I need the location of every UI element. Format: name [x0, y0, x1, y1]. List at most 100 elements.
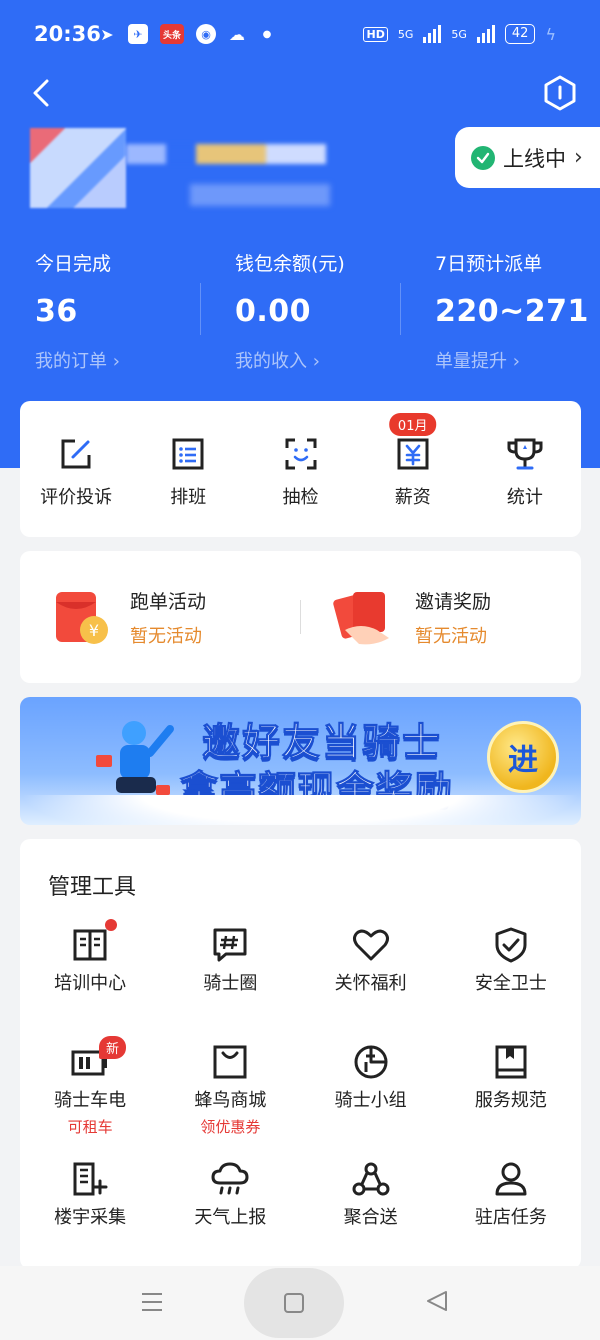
- tool-building-collection[interactable]: 楼宇采集: [20, 1161, 160, 1278]
- tool-label: 骑士车电: [54, 1090, 127, 1111]
- location-arrow-icon: ➤: [100, 24, 114, 44]
- activity-status: 暂无活动: [415, 625, 487, 647]
- activity-running-orders[interactable]: ¥ 跑单活动 暂无活动: [20, 586, 300, 648]
- tool-label: 安全卫士: [474, 973, 547, 994]
- red-envelope-icon: ¥: [56, 592, 108, 644]
- quick-salary[interactable]: 01月 薪资: [357, 401, 469, 537]
- quick-statistics[interactable]: 统计: [469, 401, 581, 537]
- square-icon: [284, 1293, 304, 1313]
- status-time: 20:36: [34, 22, 101, 46]
- activity-title: 跑单活动: [130, 590, 207, 613]
- tool-rider-circle[interactable]: 骑士圈: [160, 927, 300, 1044]
- hand-red-envelopes-icon: [333, 592, 389, 645]
- rider-name-blurred: [126, 144, 326, 164]
- home-button[interactable]: [244, 1268, 344, 1338]
- charging-icon: ϟ: [545, 24, 556, 44]
- stat-7day-dispatch: 7日预计派单 220~271 单量提升 ›: [400, 245, 600, 375]
- dot-icon: ●: [262, 28, 272, 40]
- stat-label: 7日预计派单: [435, 253, 543, 275]
- quick-actions-card: 评价投诉 排班 抽检 01月 薪资 统计: [20, 401, 581, 537]
- quick-label: 排班: [170, 487, 207, 508]
- quick-schedule[interactable]: 排班: [132, 401, 244, 537]
- boost-orders-link[interactable]: 单量提升 ›: [435, 347, 600, 373]
- shield-icon: [495, 927, 527, 963]
- invite-banner[interactable]: 邀好友当骑士 拿高额现金奖励 进: [20, 697, 581, 825]
- toutiao-icon: 头条: [160, 24, 184, 44]
- face-scan-icon: [285, 438, 316, 470]
- guide-book-icon: [495, 1045, 527, 1079]
- tool-label: 服务规范: [474, 1090, 547, 1111]
- tool-fengniao-mall[interactable]: 蜂鸟商城 领优惠券: [160, 1044, 300, 1161]
- svg-text:¥: ¥: [89, 621, 99, 640]
- activity-title: 邀请奖励: [415, 590, 492, 613]
- stat-wallet-balance: 钱包余额(元) 0.00 我的收入 ›: [200, 245, 400, 375]
- menu-icon[interactable]: [141, 1292, 163, 1312]
- signal-icon: [423, 25, 442, 43]
- salary-icon: [397, 438, 429, 470]
- schedule-icon: [172, 438, 204, 470]
- management-tools-card: 管理工具 培训中心 骑士圈 关怀福利 安全卫士 新 骑士车电 可租车 蜂鸟商城 …: [20, 839, 581, 1269]
- banner-cloud: [20, 795, 581, 825]
- group-icon: [354, 1045, 388, 1079]
- activity-invite-reward[interactable]: 邀请奖励 暂无活动: [301, 586, 581, 648]
- battery-level: 42: [504, 24, 536, 44]
- hexagon-info-icon[interactable]: [542, 74, 578, 112]
- my-orders-link[interactable]: 我的订单 ›: [35, 347, 200, 373]
- banner-headline: 邀好友当骑士: [201, 720, 443, 765]
- tool-label: 关怀福利: [334, 973, 407, 994]
- hd-indicator: HD: [363, 26, 388, 42]
- online-status-toggle[interactable]: 上线中 ›: [455, 127, 600, 188]
- tool-training-center[interactable]: 培训中心: [20, 919, 160, 1044]
- quick-label: 统计: [506, 487, 543, 508]
- tool-aggregate-delivery[interactable]: 聚合送: [301, 1161, 441, 1278]
- app-icon: ✈: [128, 24, 148, 44]
- online-status-label: 上线中: [503, 146, 566, 171]
- stats-row: 今日完成 36 我的订单 › 钱包余额(元) 0.00 我的收入 › 7日预计派…: [0, 245, 600, 375]
- stat-value: 220~271: [435, 294, 589, 329]
- stat-today-completed: 今日完成 36 我的订单 ›: [0, 245, 200, 375]
- quick-label: 抽检: [282, 487, 319, 508]
- back-arrow-icon[interactable]: [28, 78, 58, 108]
- app-circle-icon: ◉: [196, 24, 216, 44]
- status-indicators: HD 5G 5G 42 ϟ: [363, 24, 556, 44]
- tool-label: 培训中心: [54, 973, 127, 994]
- tool-label: 天气上报: [194, 1207, 267, 1228]
- edit-icon: [61, 439, 91, 469]
- rider-id-blurred: [190, 184, 330, 206]
- header-background: [0, 0, 600, 468]
- tool-label: 楼宇采集: [54, 1207, 127, 1228]
- my-income-link[interactable]: 我的收入 ›: [235, 347, 400, 373]
- tool-weather-report[interactable]: 天气上报: [160, 1161, 300, 1278]
- stat-value: 0.00: [235, 294, 312, 329]
- stat-label: 今日完成: [35, 253, 112, 275]
- avatar[interactable]: [30, 128, 126, 208]
- tools-title: 管理工具: [48, 875, 137, 900]
- back-triangle-icon[interactable]: [426, 1290, 448, 1312]
- net-5g-label-2: 5G: [451, 27, 467, 41]
- tool-rider-group[interactable]: 骑士小组: [301, 1044, 441, 1161]
- banner-enter-button[interactable]: 进: [487, 721, 559, 793]
- tool-service-standards[interactable]: 服务规范: [441, 1044, 581, 1161]
- quick-spot-check[interactable]: 抽检: [244, 401, 356, 537]
- quick-label: 评价投诉: [40, 487, 113, 508]
- tool-label: 聚合送: [343, 1207, 398, 1228]
- status-app-icons: ➤ ✈ 头条 ◉ ☁ ●: [98, 24, 276, 44]
- tool-store-tasks[interactable]: 驻店任务: [441, 1161, 581, 1278]
- chevron-right-icon: ›: [574, 145, 583, 170]
- activity-status: 暂无活动: [130, 625, 202, 647]
- network-icon: [352, 1162, 390, 1196]
- tool-rider-battery[interactable]: 新 骑士车电 可租车: [20, 1036, 160, 1161]
- quick-review-complaint[interactable]: 评价投诉: [20, 401, 132, 537]
- building-add-icon: [73, 1162, 108, 1196]
- cloud-rain-icon: [211, 1162, 249, 1195]
- tool-care-benefits[interactable]: 关怀福利: [301, 927, 441, 1044]
- tools-grid: 培训中心 骑士圈 关怀福利 安全卫士 新 骑士车电 可租车 蜂鸟商城 领优惠券 …: [20, 919, 581, 1278]
- chat-hash-icon: [213, 928, 247, 962]
- month-badge: 01月: [388, 413, 437, 436]
- tool-safety-guard[interactable]: 安全卫士: [441, 927, 581, 1044]
- stat-value: 36: [35, 294, 78, 329]
- tool-label: 骑士圈: [203, 973, 258, 994]
- red-dot-badge: [105, 919, 117, 931]
- book-icon: [73, 929, 107, 961]
- activities-card: ¥ 跑单活动 暂无活动 邀请奖励 暂无活动: [20, 551, 581, 683]
